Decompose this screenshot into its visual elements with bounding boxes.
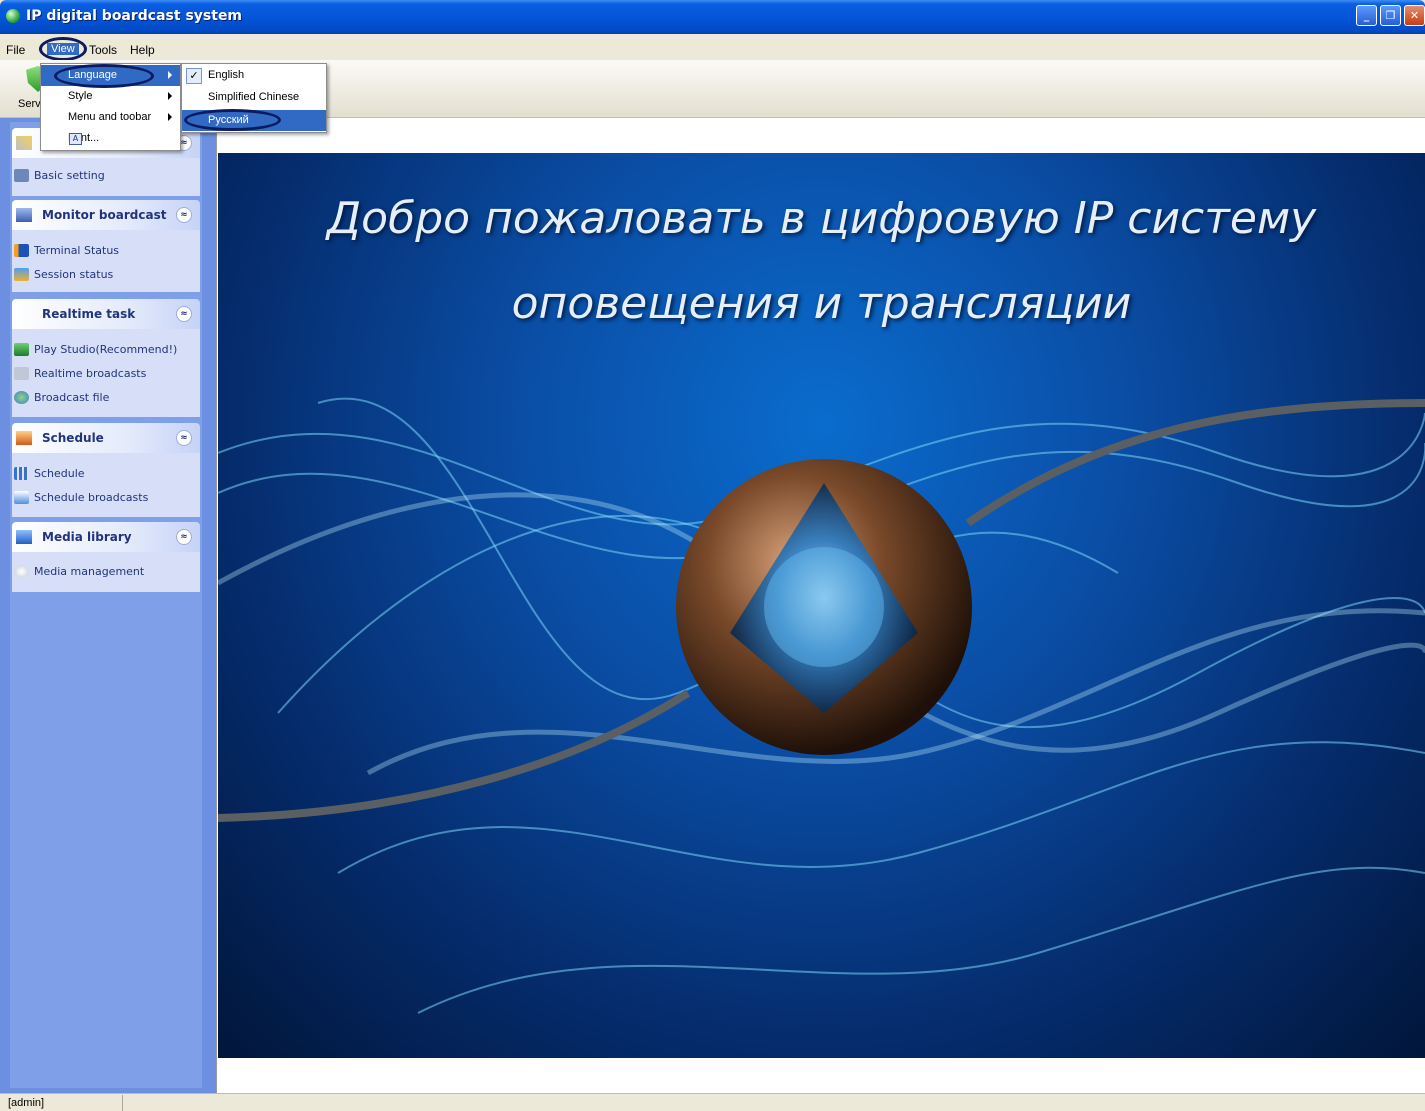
schedule-broadcast-icon — [14, 491, 29, 504]
collapse-icon[interactable]: ≈ — [176, 207, 192, 223]
submenu-arrow-icon — [168, 92, 172, 100]
annotation-circle-view — [39, 37, 87, 61]
language-option-chinese[interactable]: Simplified Chinese — [182, 87, 326, 108]
menu-bar — [0, 34, 1425, 60]
menu-help[interactable]: Help — [130, 43, 155, 57]
annotation-circle-language — [54, 64, 154, 88]
speaker-icon — [14, 367, 29, 380]
panel-header-realtime[interactable]: Realtime task ≈ — [12, 299, 200, 329]
media-management-icon — [14, 565, 29, 578]
annotation-circle-russian — [184, 109, 281, 131]
schedule-icon — [16, 431, 32, 445]
welcome-heading-line2: оповещения и трансляции — [511, 278, 1132, 329]
app-icon — [6, 9, 20, 23]
media-icon — [16, 530, 32, 544]
studio-icon — [14, 343, 29, 356]
panel-body-schedule — [12, 453, 200, 517]
panel-header-media[interactable]: Media library ≈ — [12, 522, 200, 552]
status-bar — [0, 1093, 1425, 1111]
collapse-icon[interactable]: ≈ — [176, 430, 192, 446]
sidebar-item-label: Session status — [34, 268, 114, 281]
collapse-icon[interactable]: ≈ — [176, 306, 192, 322]
session-icon — [14, 268, 29, 281]
menu-item-label: Simplified Chinese — [208, 91, 300, 103]
panel-header-schedule[interactable]: Schedule ≈ — [12, 423, 200, 453]
menu-item-label: English — [208, 69, 245, 81]
tools-icon — [16, 136, 32, 150]
sidebar-item-label: Broadcast file — [34, 391, 110, 404]
sidebar-item-label: Play Studio(Recommend!) — [34, 343, 178, 356]
status-separator — [122, 1095, 123, 1111]
close-button[interactable]: ✕ — [1404, 5, 1425, 26]
status-user: [admin] — [8, 1097, 45, 1109]
menu-file[interactable]: File — [6, 43, 25, 57]
sidebar-item-label: Schedule broadcasts — [34, 491, 149, 504]
window-title: IP digital boardcast system — [26, 8, 243, 24]
panel-title: Realtime task — [42, 307, 136, 321]
submenu-arrow-icon — [168, 71, 172, 79]
menu-item-label: Menu and toobar — [68, 111, 152, 123]
menu-item-style[interactable]: Style — [41, 86, 180, 107]
menu-item-label: Style — [68, 90, 93, 102]
minimize-button[interactable]: _ — [1356, 5, 1377, 26]
menu-item-menu-and-toolbar[interactable]: Menu and toobar — [41, 107, 180, 128]
terminal-icon — [14, 244, 29, 257]
sidebar-item-label: Realtime broadcasts — [34, 367, 147, 380]
monitor-icon — [16, 208, 32, 222]
welcome-heading-line1: Добро пожаловать в цифровую IP систему — [326, 193, 1317, 244]
collapse-icon[interactable]: ≈ — [176, 529, 192, 545]
panel-title: Media library — [42, 530, 132, 544]
menu-item-font[interactable]: Font... — [41, 128, 180, 149]
panel-body-monitor — [12, 230, 200, 292]
welcome-image: Добро пожаловать в цифровую IP систему о… — [218, 153, 1425, 1058]
file-broadcast-icon — [14, 391, 29, 404]
sidebar-item-label: Basic setting — [34, 169, 105, 182]
settings-icon — [14, 169, 29, 182]
panel-header-monitor[interactable]: Monitor boardcast ≈ — [12, 200, 200, 230]
font-icon: A — [69, 133, 82, 145]
panel-title: Monitor boardcast — [42, 208, 167, 222]
panel-title: Schedule — [42, 431, 104, 445]
menu-tools[interactable]: Tools — [89, 43, 117, 57]
sidebar-item-label: Media management — [34, 565, 145, 578]
toolbar-button-label[interactable]: Serv — [18, 98, 41, 110]
maximize-button[interactable]: ❐ — [1380, 5, 1401, 26]
check-icon: ✓ — [186, 68, 202, 84]
language-option-english[interactable]: English — [182, 65, 326, 86]
sidebar-item-label: Terminal Status — [34, 244, 120, 257]
calendar-icon — [14, 467, 29, 480]
submenu-arrow-icon — [168, 113, 172, 121]
sidebar-item-label: Schedule — [34, 467, 85, 480]
